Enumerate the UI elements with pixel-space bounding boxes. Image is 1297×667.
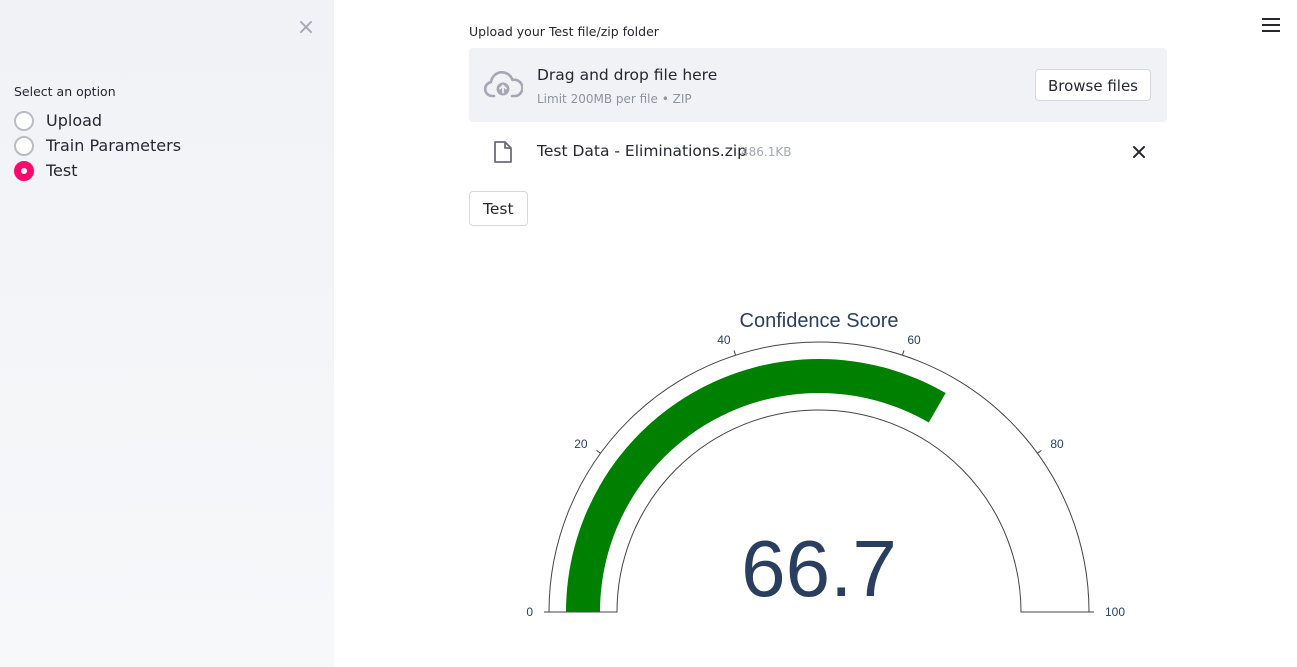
cloud-upload-icon [483,70,523,98]
test-button[interactable]: Test [469,191,528,226]
gauge-tick-label: 0 [526,605,533,619]
gauge-tick-label: 100 [1105,605,1125,619]
gauge-tick-label: 60 [907,333,921,347]
dropzone-limit-text: Limit 200MB per file • ZIP [537,92,692,106]
uploaded-file-row: Test Data - Eliminations.zip 486.1KB [469,130,1167,174]
close-icon[interactable] [1129,142,1149,162]
sidebar: × Select an option Upload Train Paramete… [0,0,334,667]
gauge-tick-label: 80 [1050,437,1064,451]
sidebar-close-icon[interactable]: × [296,17,316,39]
radio-label: Test [46,161,78,180]
radio-option-test[interactable]: Test [14,158,181,183]
gauge-tick-mark [901,350,905,356]
hamburger-menu-icon[interactable] [1262,18,1280,36]
gauge-tick-mark [1037,449,1042,454]
gauge-title: Confidence Score [740,310,899,332]
uploaded-file-size: 486.1KB [741,145,792,159]
gauge-tick-mark [596,449,601,454]
uploaded-file-name: Test Data - Eliminations.zip [537,142,748,160]
gauge-tick-label: 20 [574,437,588,451]
gauge-tick-mark [733,350,737,356]
dropzone-title: Drag and drop file here [537,66,718,84]
radio-button-icon[interactable] [14,135,34,156]
radio-button-selected-icon[interactable] [14,160,34,181]
file-uploader-label: Upload your Test file/zip folder [469,24,659,39]
gauge-tick-label: 40 [717,333,731,347]
gauge-value: 66.7 [741,524,897,613]
radio-option-upload[interactable]: Upload [14,108,181,133]
option-radio-group: Upload Train Parameters Test [14,108,181,183]
file-dropzone[interactable]: Drag and drop file here Limit 200MB per … [469,48,1167,122]
radio-label: Upload [46,111,103,130]
file-icon [494,141,512,163]
radio-option-train-parameters[interactable]: Train Parameters [14,133,181,158]
radio-label: Train Parameters [46,136,182,155]
radio-button-icon[interactable] [14,110,34,131]
browse-files-button[interactable]: Browse files [1034,69,1151,101]
radio-group-title: Select an option [14,84,116,99]
confidence-gauge: Confidence Score 0 20 40 60 80 100 66.7 [526,310,1125,619]
